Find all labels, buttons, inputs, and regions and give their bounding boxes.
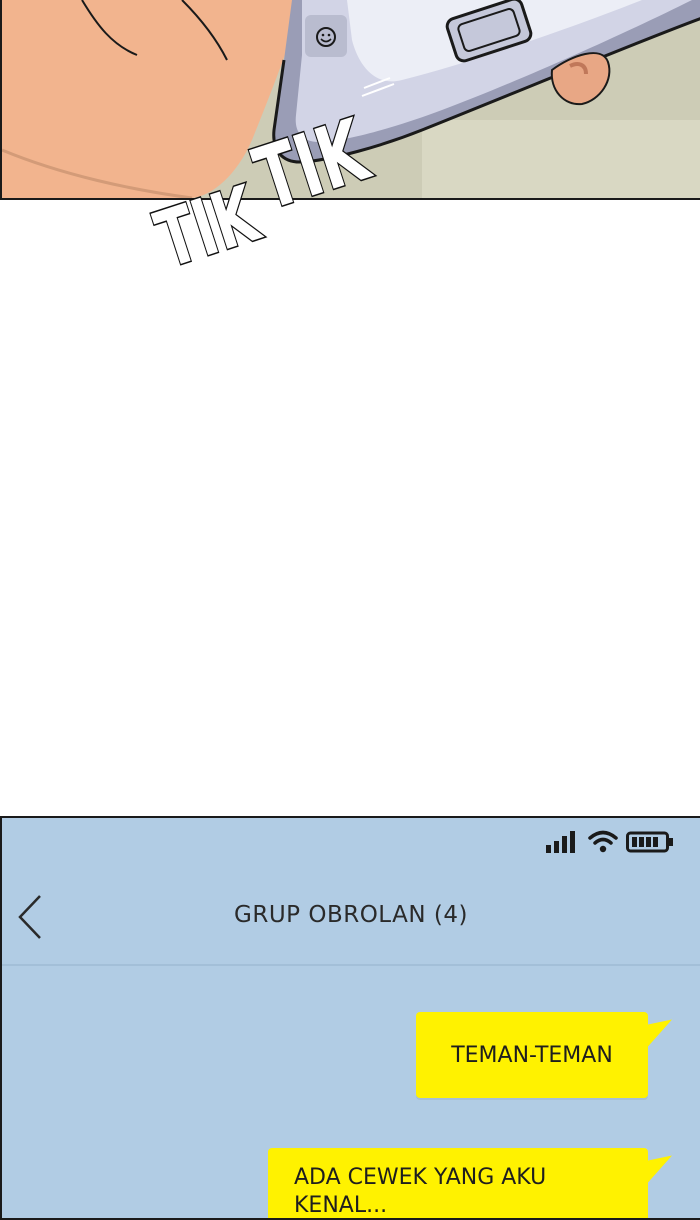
chat-message-text-continued: KENAL... (294, 1193, 388, 1218)
signal-bars-icon (546, 831, 575, 853)
battery-icon (626, 831, 673, 853)
chat-title: GRUP OBROLAN (4) (234, 902, 468, 928)
comic-illustration (2, 0, 700, 198)
chat-message-bubble[interactable]: TEMAN-TEMAN (416, 1012, 648, 1098)
wifi-icon (588, 830, 618, 853)
phone-chat-screen: GRUP OBROLAN (4) TEMAN-TEMAN ADA CEWEK Y… (0, 816, 700, 1220)
comic-panel-phone-typing (0, 0, 700, 200)
chat-message-text: ADA CEWEK YANG AKU (294, 1165, 547, 1190)
chat-header: GRUP OBROLAN (4) (2, 878, 700, 966)
chat-message-bubble[interactable]: ADA CEWEK YANG AKU KENAL... (268, 1148, 648, 1218)
status-bar (546, 828, 674, 856)
chat-message-text: TEMAN-TEMAN (451, 1042, 613, 1068)
